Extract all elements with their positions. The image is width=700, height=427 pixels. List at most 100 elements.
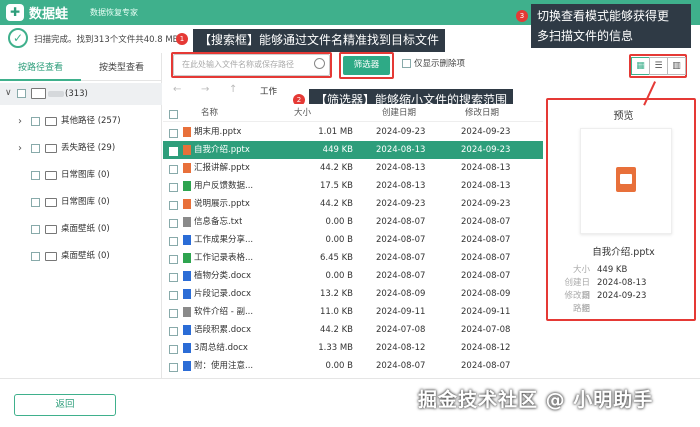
annotation-badge-1: 1 [176,33,188,45]
row-checkbox[interactable] [169,201,178,210]
only-deleted-toggle[interactable]: 仅显示删除项 [402,56,465,72]
file-size: 449 KB [322,145,353,155]
row-checkbox[interactable] [169,309,178,318]
file-size: 44.2 KB [319,325,353,335]
file-modified: 2024-09-11 [461,307,511,317]
back-button[interactable]: 返回 [14,394,116,416]
tab-by-type[interactable]: 按类型查看 [81,56,162,81]
column-header-created[interactable]: 创建日期 [382,104,416,122]
table-header: 名称 大小 创建日期 修改日期 [163,104,543,122]
row-checkbox[interactable] [169,165,178,174]
tree-root-row[interactable]: ∨ (313) [0,83,162,105]
app-logo-icon: ✚ [6,4,24,21]
folder-checkbox[interactable] [31,171,40,180]
row-checkbox[interactable] [169,345,178,354]
row-checkbox[interactable] [169,363,178,372]
tab-by-path[interactable]: 按路径查看 [0,56,81,81]
table-row[interactable]: 工作记录表格... 6.45 KB 2024-08-07 2024-08-07 [163,249,543,267]
grid-view-icon[interactable]: ▦ [631,57,650,75]
row-checkbox[interactable] [169,255,178,264]
file-modified: 2024-08-07 [461,271,511,281]
column-header-modified[interactable]: 修改日期 [465,104,499,122]
row-checkbox[interactable] [169,129,178,138]
table-row[interactable]: 植物分类.docx 0.00 B 2024-08-07 2024-08-07 [163,267,543,285]
table-row[interactable]: 说明展示.pptx 44.2 KB 2024-09-23 2024-09-23 [163,195,543,213]
sidebar-folder-item[interactable]: › 丢失路径 (29) [0,135,162,162]
chevron-right-icon[interactable]: › [18,135,22,162]
up-arrow-icon[interactable]: ↑ [229,84,237,95]
root-checkbox[interactable] [17,89,26,98]
chevron-right-icon[interactable]: › [18,108,22,135]
filter-button[interactable]: 筛选器 [343,56,390,75]
forward-arrow-icon[interactable]: → [201,84,209,95]
preview-created-value: 2024-08-13 [597,278,647,288]
preview-details: 大小 449 KB 创建日期 2024-08-13 修改日期 2024-09-23 路… [560,264,690,324]
file-created: 2024-09-11 [376,307,426,317]
header-select-all-checkbox[interactable] [169,104,178,122]
table-row[interactable]: 3周总结.docx 1.33 MB 2024-08-12 2024-08-12 [163,339,543,357]
sidebar-folder-item[interactable]: 桌面壁纸 (0) [0,216,162,243]
chevron-down-icon[interactable]: ∨ [5,88,12,98]
table-row[interactable]: 工作成果分享... 0.00 B 2024-08-07 2024-08-07 [163,231,543,249]
column-header-name[interactable]: 名称 [201,104,218,122]
table-row[interactable]: 片段记录.docx 13.2 KB 2024-08-09 2024-08-09 [163,285,543,303]
table-row[interactable]: 汇报讲解.pptx 44.2 KB 2024-08-13 2024-08-13 [163,159,543,177]
column-header-size[interactable]: 大小 [294,104,311,122]
row-checkbox[interactable] [169,291,178,300]
file-size: 6.45 KB [319,253,353,263]
drive-icon [31,88,46,99]
file-size: 1.01 MB [318,127,353,137]
ppt-file-icon [183,162,191,173]
table-row[interactable]: 期末用.pptx 1.01 MB 2024-09-23 2024-09-23 [163,123,543,141]
search-input[interactable]: 在此处输入文件名称或保存路径 [173,54,330,76]
file-created: 2024-08-07 [376,271,426,281]
file-size: 1.33 MB [318,343,353,353]
sidebar-folder-item[interactable]: 日常图库 (0) [0,189,162,216]
file-modified: 2024-08-09 [461,289,511,299]
row-checkbox[interactable] [169,147,178,156]
table-row[interactable]: 语段积累.docx 44.2 KB 2024-07-08 2024-07-08 [163,321,543,339]
sidebar-folder-item[interactable]: 日常图库 (0) [0,162,162,189]
folder-checkbox[interactable] [31,225,40,234]
row-checkbox[interactable] [169,237,178,246]
doc-file-icon [183,270,191,281]
sidebar-folder-item[interactable]: › 其他路径 (257) [0,108,162,135]
table-row[interactable]: 软件介绍 - 副... 11.0 KB 2024-09-11 2024-09-11 [163,303,543,321]
table-row[interactable]: 附：使用注意... 0.00 B 2024-08-07 2024-08-07 [163,357,543,375]
row-checkbox[interactable] [169,183,178,192]
only-deleted-checkbox[interactable] [402,59,411,68]
table-row[interactable]: 用户反馈数据... 17.5 KB 2024-08-13 2024-08-13 [163,177,543,195]
preview-modified-value: 2024-09-23 [597,291,647,301]
row-checkbox[interactable] [169,273,178,282]
detail-view-icon[interactable]: ▥ [667,57,686,75]
folder-checkbox[interactable] [31,144,40,153]
list-view-icon[interactable]: ☰ [649,57,668,75]
sidebar-tabs: 按路径查看 按类型查看 [0,56,162,81]
sidebar-folder-item[interactable]: 桌面壁纸 (0) [0,243,162,270]
preview-thumbnail [580,128,672,234]
doc-file-icon [183,288,191,299]
row-checkbox[interactable] [169,219,178,228]
file-modified: 2024-08-07 [461,361,511,371]
file-created: 2024-08-07 [376,361,426,371]
folder-tree: › 其他路径 (257) › 丢失路径 (29) 日常图库 (0) 日常图库 (0) 桌面壁… [0,108,162,270]
view-mode-callout: 切换查看模式能够获得更 多扫描文件的信息 [531,4,691,48]
row-checkbox[interactable] [169,327,178,336]
folder-icon [45,252,57,261]
table-row[interactable]: 信息备忘.txt 0.00 B 2024-08-07 2024-08-07 [163,213,543,231]
file-created: 2024-08-07 [376,235,426,245]
file-name: 自我介绍.pptx [194,145,250,155]
folder-label: 桌面壁纸 (0) [61,251,110,261]
search-icon[interactable] [314,58,325,69]
folder-checkbox[interactable] [31,252,40,261]
file-size: 13.2 KB [319,289,353,299]
file-size: 0.00 B [325,361,353,371]
file-size: 0.00 B [325,235,353,245]
back-arrow-icon[interactable]: ← [173,84,181,95]
file-created: 2024-07-08 [376,325,426,335]
table-row[interactable]: 自我介绍.pptx 449 KB 2024-08-13 2024-09-23 [163,141,543,159]
file-created: 2024-08-07 [376,253,426,263]
file-modified: 2024-09-23 [461,127,511,137]
folder-checkbox[interactable] [31,117,40,126]
folder-checkbox[interactable] [31,198,40,207]
